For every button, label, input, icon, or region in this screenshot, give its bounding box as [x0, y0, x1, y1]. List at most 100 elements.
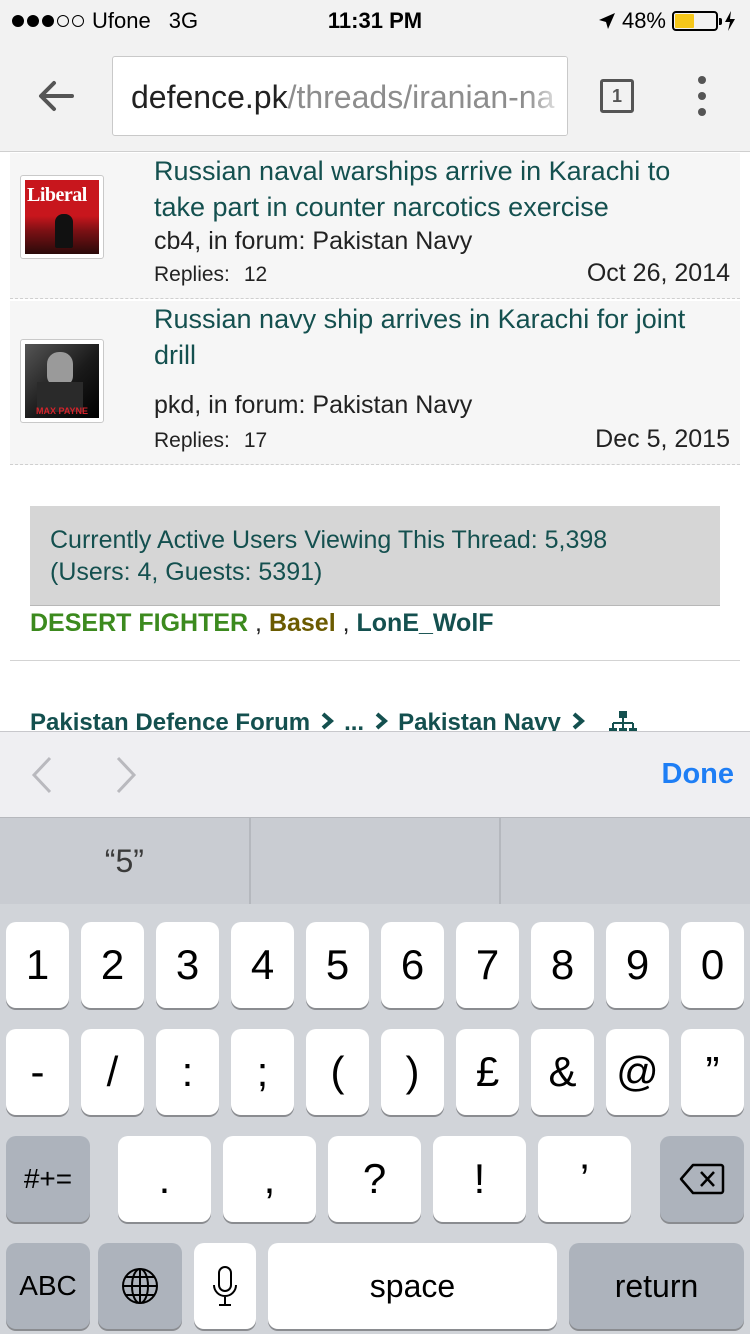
prediction-suggestion[interactable] [251, 818, 502, 904]
battery-percent: 48% [621, 8, 666, 33]
space-key[interactable]: space [268, 1243, 557, 1329]
url-path: /threads/iranian-na [287, 79, 555, 115]
thread-replies: Replies: 12 [154, 263, 267, 287]
status-bar: Ufone 3G 11:31 PM 48% [0, 0, 750, 40]
key[interactable]: ( [306, 1029, 369, 1115]
key[interactable]: ’ [538, 1136, 631, 1222]
active-users-breakdown: (Users: 4, Guests: 5391) [50, 558, 323, 586]
keyboard-row-symbols: - / : ; ( ) £ & @ ” [0, 1029, 750, 1115]
tabs-icon[interactable]: 1 [600, 79, 634, 113]
key[interactable]: 4 [231, 922, 294, 1008]
key[interactable]: 2 [81, 922, 144, 1008]
keyboard-row-digits: 1 2 3 4 5 6 7 8 9 0 [0, 922, 750, 1008]
key[interactable]: £ [456, 1029, 519, 1115]
chevron-right-icon [321, 712, 335, 730]
user-separator: , [255, 609, 262, 637]
backspace-icon [679, 1163, 725, 1195]
chevron-right-icon [572, 712, 585, 730]
overflow-menu-icon[interactable] [690, 76, 714, 116]
divider [10, 660, 740, 661]
avatar-logo-text: MAX PAYNE [35, 406, 88, 416]
chevron-left-icon[interactable] [30, 756, 54, 794]
breadcrumb-item[interactable]: Pakistan Navy [398, 709, 561, 731]
battery-tip [719, 18, 722, 25]
dictation-key[interactable] [194, 1243, 256, 1329]
key[interactable]: ) [381, 1029, 444, 1115]
back-arrow-icon[interactable] [36, 76, 76, 116]
globe-icon [122, 1268, 158, 1304]
keyboard-row-bottom: ABC space return [0, 1243, 750, 1329]
microphone-icon [213, 1266, 237, 1306]
key[interactable]: ? [328, 1136, 421, 1222]
active-users-box: Currently Active Users Viewing This Thre… [30, 506, 720, 606]
key[interactable]: 8 [531, 922, 594, 1008]
avatar[interactable]: Liberal [20, 175, 104, 259]
prediction-suggestion[interactable] [501, 818, 750, 904]
key[interactable]: 9 [606, 922, 669, 1008]
thread-item[interactable]: MAX PAYNE Russian navy ship arrives in K… [10, 301, 740, 465]
user-link[interactable]: DESERT FIGHTER [30, 609, 248, 637]
key[interactable]: @ [606, 1029, 669, 1115]
replies-label: Replies: [154, 429, 230, 452]
backspace-key[interactable] [660, 1136, 744, 1222]
avatar-image: Liberal [25, 180, 99, 254]
keyboard-accessory-bar: Done [0, 731, 750, 817]
avatar-logo-text: Liberal [27, 184, 87, 206]
avatar[interactable]: MAX PAYNE [20, 339, 104, 423]
thread-meta: pkd, in forum: Pakistan Navy [154, 391, 473, 419]
page-content: Liberal Russian naval warships arrive in… [0, 153, 750, 731]
prediction-bar: “5” [0, 818, 750, 904]
breadcrumb-item[interactable]: Pakistan Defence Forum [30, 709, 310, 731]
replies-count: 17 [243, 429, 268, 452]
key[interactable]: 6 [381, 922, 444, 1008]
key[interactable]: ! [433, 1136, 526, 1222]
key[interactable]: : [156, 1029, 219, 1115]
keyboard-row-punctuation: #+= . , ? ! ’ [0, 1136, 750, 1222]
breadcrumb-item[interactable]: ... [344, 709, 364, 731]
prediction-suggestion[interactable]: “5” [0, 818, 251, 904]
active-users-count: Currently Active Users Viewing This Thre… [50, 526, 608, 554]
thread-title-link[interactable]: Russian navy ship arrives in Karachi for… [154, 301, 724, 373]
active-users-list: DESERT FIGHTER , Basel , LonE_WolF [30, 609, 494, 638]
keyboard: “5” 1 2 3 4 5 6 7 8 9 0 - / : ; ( ) £ & … [0, 817, 750, 1334]
chevron-right-icon[interactable] [114, 756, 138, 794]
key[interactable]: 3 [156, 922, 219, 1008]
done-button[interactable]: Done [662, 758, 735, 791]
key[interactable]: . [118, 1136, 211, 1222]
key[interactable]: 0 [681, 922, 744, 1008]
thread-title-link[interactable]: Russian naval warships arrive in Karachi… [154, 153, 724, 225]
globe-key[interactable] [98, 1243, 182, 1329]
key[interactable]: 5 [306, 922, 369, 1008]
return-key[interactable]: return [569, 1243, 744, 1329]
key[interactable]: / [81, 1029, 144, 1115]
thread-date: Oct 26, 2014 [586, 259, 730, 287]
location-arrow-icon [598, 13, 615, 29]
url-domain: defence.pk [131, 79, 288, 115]
user-separator: , [342, 609, 350, 637]
replies-count: 12 [243, 263, 268, 286]
key[interactable]: ; [231, 1029, 294, 1115]
charging-bolt-icon [725, 11, 735, 31]
status-right: 48% [598, 8, 736, 34]
thread-replies: Replies: 17 [154, 429, 267, 453]
thread-meta: cb4, in forum: Pakistan Navy [154, 227, 473, 255]
breadcrumb: Pakistan Defence Forum... Pakistan Navy [30, 709, 750, 731]
key[interactable]: ” [681, 1029, 744, 1115]
key[interactable]: - [6, 1029, 69, 1115]
user-link[interactable]: Basel [269, 609, 336, 637]
user-link[interactable]: LonE_WolF [357, 609, 494, 637]
symbols-key[interactable]: #+= [6, 1136, 90, 1222]
key[interactable]: & [531, 1029, 594, 1115]
address-bar[interactable]: defence.pk/threads/iranian-na [112, 56, 568, 136]
replies-label: Replies: [154, 263, 230, 286]
url-fade [527, 57, 567, 135]
chevron-right-icon [375, 712, 389, 730]
battery-level-fill [675, 14, 695, 28]
thread-item[interactable]: Liberal Russian naval warships arrive in… [10, 153, 740, 299]
key[interactable]: , [223, 1136, 316, 1222]
sitemap-icon[interactable] [608, 710, 637, 731]
key[interactable]: 1 [6, 922, 69, 1008]
abc-key[interactable]: ABC [6, 1243, 90, 1329]
avatar-image: MAX PAYNE [25, 344, 99, 418]
key[interactable]: 7 [456, 922, 519, 1008]
